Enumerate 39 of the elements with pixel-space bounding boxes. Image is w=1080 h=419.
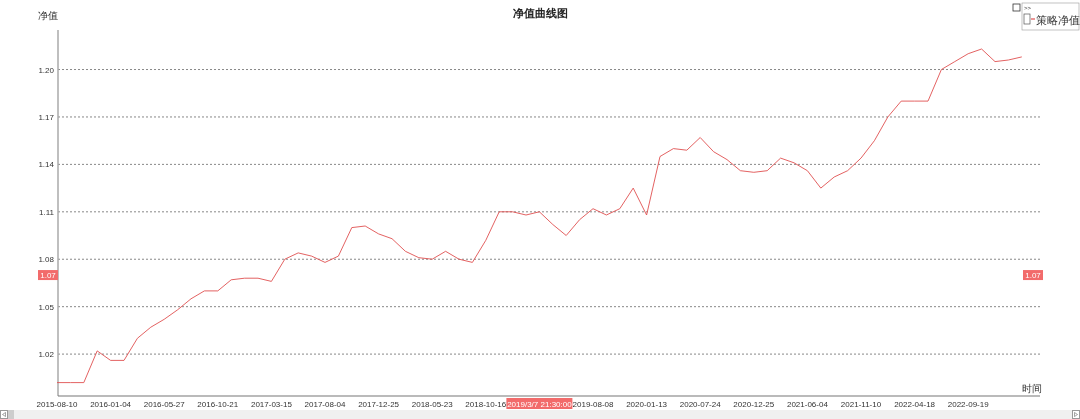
x-tick-label: 2017-03-15 [250, 400, 292, 409]
y-tick-label: 1.17 [38, 112, 54, 122]
x-tick-label: 2021-06-04 [786, 400, 828, 409]
x-tick-label: 2017-08-04 [304, 400, 346, 409]
right-arrow-icon [1074, 412, 1078, 417]
scrollbar-thumb[interactable] [8, 410, 14, 419]
x-tick-label: 2018-10-16 [465, 400, 507, 409]
x-tick-label: 2015-08-10 [36, 400, 78, 409]
crosshair-value-label: 1.07 [1023, 270, 1043, 281]
y-tick-label: 1.08 [38, 255, 54, 265]
legend-line-icon [1030, 18, 1036, 20]
chart-title: 净值曲线图 [512, 7, 568, 19]
x-tick-label: 2017-12-25 [358, 400, 400, 409]
x-tick-label: 2016-10-21 [197, 400, 239, 409]
y-tick-label: 1.05 [38, 302, 54, 312]
y-tick-label: 1.20 [38, 65, 54, 75]
legend-label: 策略净值 [1036, 14, 1080, 26]
crosshair-time-label: 2019/3/7 21:30:00 [506, 398, 573, 409]
crosshair-value-label: 1.07 [38, 270, 58, 281]
legend-checkbox-icon[interactable] [1023, 13, 1031, 25]
x-tick-label: 2021-11-10 [840, 400, 882, 409]
x-tick-label: 2019-08-08 [572, 400, 614, 409]
y-tick-label: 1.02 [38, 350, 54, 360]
left-arrow-icon [2, 412, 6, 417]
y-axis-label: 净值 [38, 10, 58, 21]
scroll-left-button[interactable] [0, 410, 8, 419]
scroll-right-button[interactable] [1072, 410, 1080, 419]
x-tick-label: 2022-04-18 [894, 400, 936, 409]
x-axis-label: 时间 [1022, 383, 1042, 394]
toggle-square-icon[interactable] [1012, 3, 1021, 12]
x-tick-label: 2020-01-13 [626, 400, 668, 409]
x-tick-label: 2016-01-04 [90, 400, 132, 409]
x-tick-label: 2020-12-25 [733, 400, 775, 409]
x-tick-label: 2016-05-27 [143, 400, 185, 409]
x-tick-label: 2018-05-23 [411, 400, 453, 409]
x-tick-label: 2020-07-24 [679, 400, 721, 409]
y-tick-label: 1.14 [38, 160, 54, 170]
x-tick-label: 2022-09-19 [947, 400, 989, 409]
y-tick-label: 1.11 [39, 207, 54, 217]
